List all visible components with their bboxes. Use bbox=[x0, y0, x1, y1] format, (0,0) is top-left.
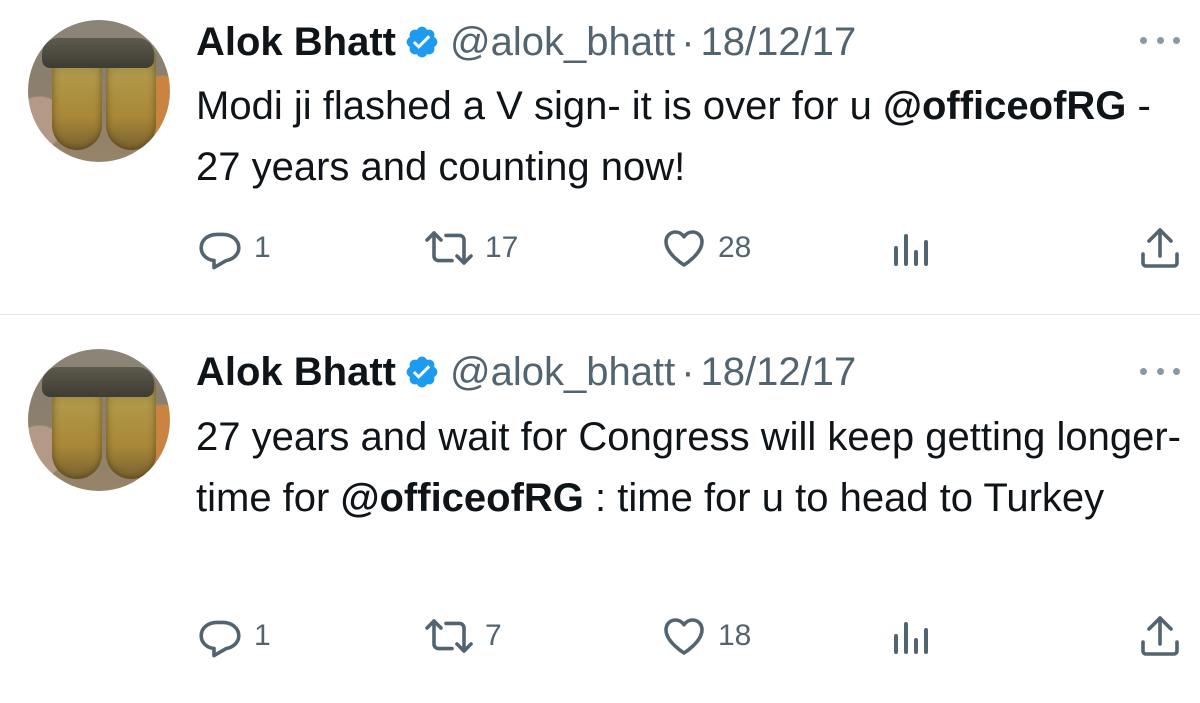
views-button[interactable] bbox=[890, 611, 930, 661]
retweet-count: 7 bbox=[485, 619, 502, 652]
views-button[interactable] bbox=[890, 223, 930, 273]
retweet-count: 17 bbox=[485, 231, 519, 264]
retweet-button[interactable]: 17 bbox=[423, 223, 518, 273]
reply-button[interactable]: 1 bbox=[196, 223, 271, 273]
tweet-text-part: Modi ji flashed a V sign- it is over for… bbox=[196, 84, 883, 128]
avatar[interactable] bbox=[28, 20, 170, 162]
heart-icon bbox=[664, 230, 704, 267]
mention-link[interactable]: @officeofRG bbox=[883, 84, 1126, 128]
tweet[interactable]: Alok Bhatt @alok_bhatt · 18/12/17 Modi j… bbox=[0, 0, 1200, 315]
tweet-header: Alok Bhatt @alok_bhatt · 18/12/17 bbox=[196, 17, 856, 67]
tweet-text: 27 years and wait for Congress will keep… bbox=[196, 407, 1186, 529]
views-icon bbox=[894, 234, 928, 266]
verified-badge-icon bbox=[406, 356, 438, 388]
like-count: 28 bbox=[718, 231, 752, 264]
like-count: 18 bbox=[718, 619, 752, 652]
avatar-image-strap bbox=[42, 367, 154, 397]
reply-button[interactable]: 1 bbox=[196, 611, 271, 661]
views-icon bbox=[894, 622, 928, 654]
header-separator: · bbox=[681, 349, 695, 394]
verified-badge-icon bbox=[406, 26, 438, 58]
heart-icon bbox=[664, 618, 704, 655]
more-options-icon[interactable] bbox=[1140, 361, 1180, 381]
avatar-image-strap bbox=[42, 38, 154, 68]
share-button[interactable] bbox=[1138, 611, 1182, 661]
reply-count: 1 bbox=[254, 619, 271, 652]
like-button[interactable]: 28 bbox=[660, 223, 751, 273]
author-handle[interactable]: @alok_bhatt bbox=[450, 350, 675, 395]
share-button[interactable] bbox=[1138, 223, 1182, 273]
like-button[interactable]: 18 bbox=[660, 611, 751, 661]
reply-icon bbox=[199, 232, 241, 270]
tweet-date[interactable]: 18/12/17 bbox=[701, 350, 857, 395]
author-name[interactable]: Alok Bhatt bbox=[196, 350, 396, 395]
share-icon bbox=[1141, 228, 1179, 268]
reply-icon bbox=[199, 620, 241, 658]
header-separator: · bbox=[681, 19, 695, 64]
tweet-text-part: : time for u to head to Turkey bbox=[583, 476, 1105, 520]
tweet-date[interactable]: 18/12/17 bbox=[701, 20, 857, 65]
tweet-text: Modi ji flashed a V sign- it is over for… bbox=[196, 76, 1186, 198]
more-options-icon[interactable] bbox=[1140, 30, 1180, 50]
retweet-icon bbox=[425, 231, 473, 265]
tweet-header: Alok Bhatt @alok_bhatt · 18/12/17 bbox=[196, 347, 856, 397]
author-handle[interactable]: @alok_bhatt bbox=[450, 20, 675, 65]
mention-link[interactable]: @officeofRG bbox=[340, 476, 583, 520]
retweet-icon bbox=[425, 619, 473, 653]
reply-count: 1 bbox=[254, 231, 271, 264]
tweet-actions: 1 17 28 bbox=[0, 223, 1200, 273]
author-name[interactable]: Alok Bhatt bbox=[196, 20, 396, 65]
avatar[interactable] bbox=[28, 349, 170, 491]
retweet-button[interactable]: 7 bbox=[423, 611, 502, 661]
tweet[interactable]: Alok Bhatt @alok_bhatt · 18/12/17 27 yea… bbox=[0, 315, 1200, 703]
share-icon bbox=[1141, 616, 1179, 656]
tweet-actions: 1 7 18 bbox=[0, 611, 1200, 661]
